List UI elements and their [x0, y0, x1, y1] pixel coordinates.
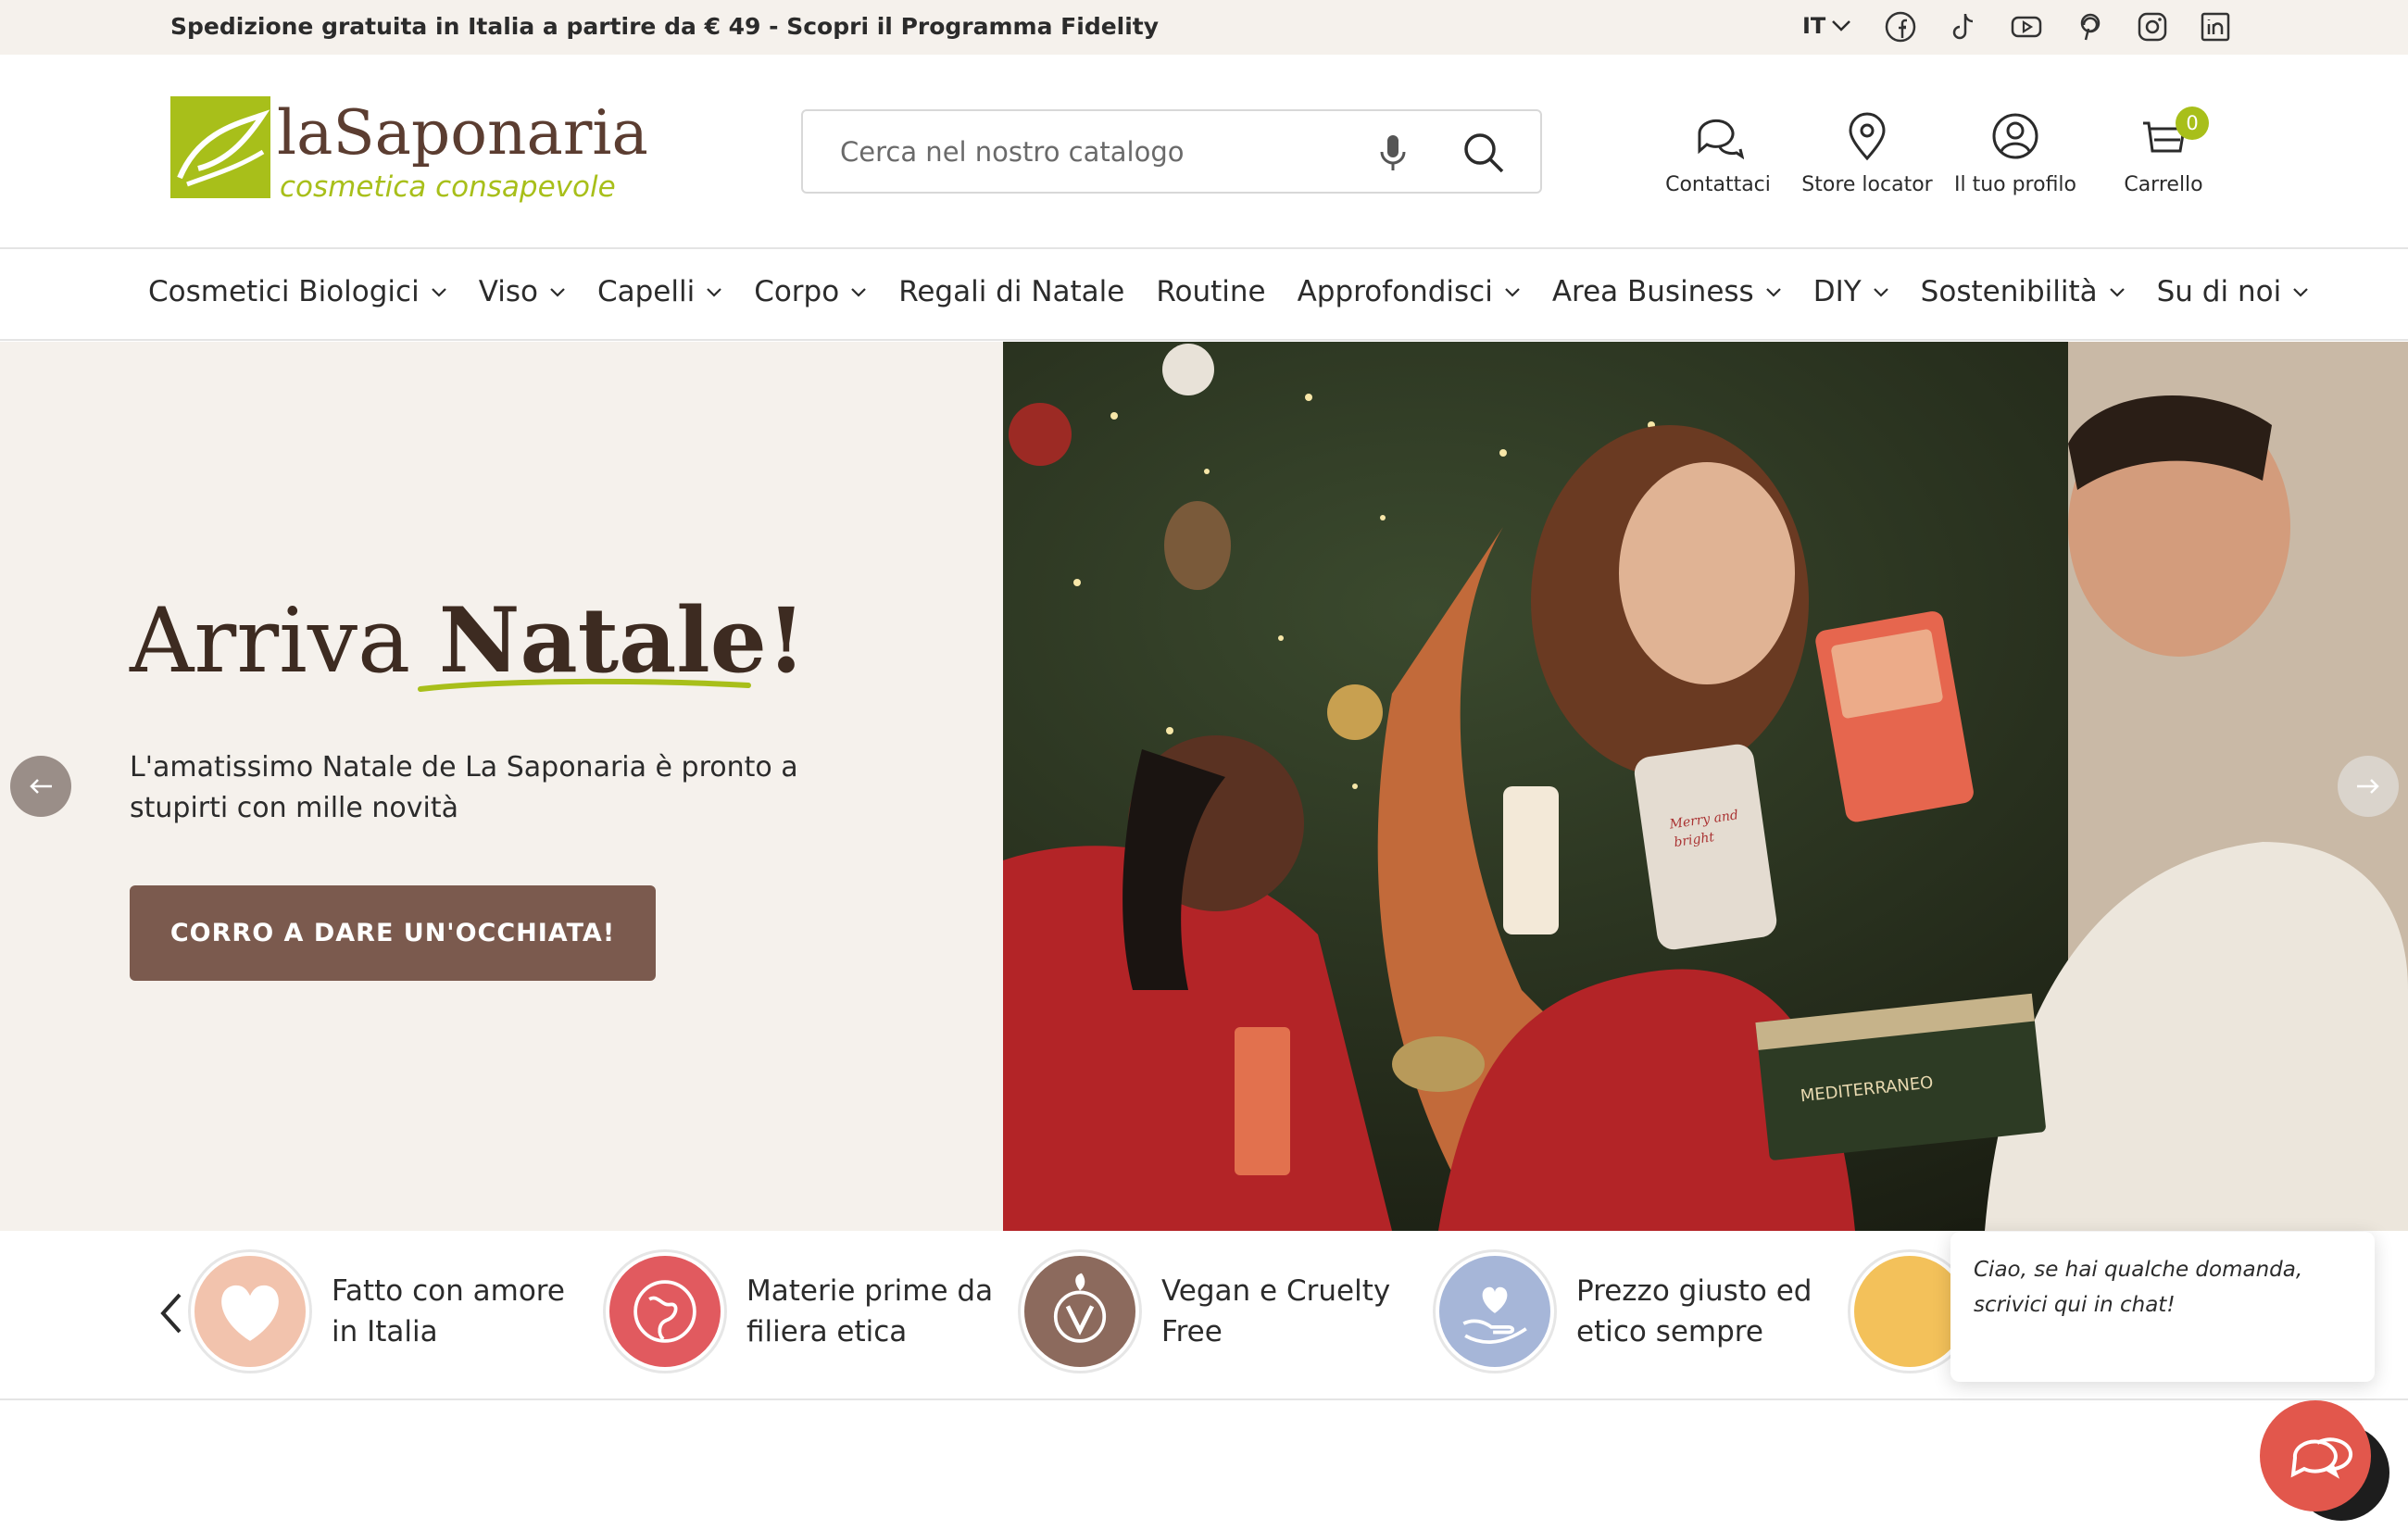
contact-link[interactable]: Contattaci — [1649, 110, 1787, 196]
site-logo[interactable]: laSaponaria cosmetica consapevole — [170, 96, 652, 207]
benefit-item: Vegan e Cruelty Free — [1021, 1252, 1411, 1371]
language-selector[interactable]: IT — [1802, 13, 1851, 39]
nav-item[interactable]: Routine — [1156, 275, 1265, 308]
chevron-down-icon — [851, 288, 866, 297]
nav-item[interactable]: DIY — [1813, 275, 1889, 308]
store-locator-link[interactable]: Store locator — [1798, 110, 1937, 196]
hero-next-button[interactable] — [2338, 756, 2399, 817]
nav-item-label: Routine — [1156, 275, 1266, 308]
chat-popup[interactable]: Ciao, se hai qualche domanda, scrivici q… — [1950, 1232, 2375, 1382]
pinterest-icon[interactable] — [2073, 10, 2106, 44]
hand-heart-icon — [1436, 1252, 1554, 1371]
linkedin-icon[interactable] — [2199, 10, 2232, 44]
hero-prev-button[interactable] — [10, 756, 71, 817]
store-locator-label: Store locator — [1801, 173, 1933, 196]
chevron-down-icon — [431, 288, 446, 297]
benefit-text: Materie prime da filiera etica — [746, 1274, 994, 1348]
benefit-item: Fatto con amore in Italia — [191, 1252, 582, 1371]
promo-text[interactable]: Spedizione gratuita in Italia a partire … — [170, 13, 1159, 40]
chat-open-button[interactable] — [2260, 1400, 2371, 1511]
main-navigation: Cosmetici Biologici Viso Capelli Corpo Regal… — [0, 249, 2408, 341]
hero-title-light: Arriva — [130, 589, 411, 693]
profile-label: Il tuo profilo — [1953, 173, 2077, 196]
cart-link[interactable]: 0 Carrello — [2094, 107, 2233, 196]
heart-icon — [191, 1252, 309, 1371]
nav-item[interactable]: Corpo — [754, 275, 867, 308]
benefit-text: Prezzo giusto ed etico sempre — [1576, 1274, 1812, 1348]
nav-item[interactable]: Viso — [479, 275, 566, 308]
vegan-icon — [1021, 1252, 1139, 1371]
language-label: IT — [1802, 13, 1826, 39]
nav-item-label: Cosmetici Biologici — [148, 275, 420, 308]
arrow-left-icon — [30, 779, 52, 794]
chat-message: Ciao, se hai qualche domanda, scrivici q… — [1974, 1258, 2303, 1317]
nav-item[interactable]: Regali di Natale — [898, 275, 1124, 308]
search-box — [801, 109, 1542, 194]
chevron-down-icon — [1765, 288, 1781, 297]
cart-label: Carrello — [2124, 173, 2203, 196]
chevron-left-icon[interactable] — [157, 1291, 183, 1336]
hero-subtitle: L'amatissimo Natale de La Saponaria è pr… — [130, 751, 798, 824]
nav-item[interactable]: Approfondisci — [1298, 275, 1521, 308]
nav-item-label: Regali di Natale — [898, 275, 1125, 308]
facebook-icon[interactable] — [1884, 10, 1917, 44]
contact-label: Contattaci — [1665, 173, 1771, 196]
logo-text: laSaponaria — [277, 97, 648, 169]
nav-item[interactable]: Area Business — [1552, 275, 1782, 308]
chevron-down-icon — [550, 288, 565, 297]
benefit-text: Fatto con amore in Italia — [332, 1274, 565, 1348]
nav-item-label: DIY — [1812, 275, 1862, 308]
chevron-down-icon — [2109, 288, 2125, 297]
nav-item-label: Capelli — [596, 275, 696, 308]
profile-link[interactable]: Il tuo profilo — [1946, 110, 2085, 196]
chevron-down-icon — [707, 288, 721, 297]
logo-tagline: cosmetica consapevole — [280, 170, 616, 204]
site-header: laSaponaria cosmetica consapevole Contat… — [0, 55, 2408, 249]
nav-item-label: Su di noi — [2156, 275, 2282, 308]
chat-icon — [1698, 119, 1744, 160]
nav-item[interactable]: Sostenibilità — [1921, 275, 2126, 308]
nav-list: Cosmetici Biologici Viso Capelli Corpo Regal… — [148, 275, 2340, 308]
nav-item-label: Corpo — [754, 275, 840, 308]
search-input[interactable] — [840, 128, 1359, 176]
benefit-item: Prezzo giusto ed etico sempre — [1436, 1252, 1826, 1371]
hero-image: Merry and bright MEDITERRANEO — [1003, 342, 2408, 1231]
instagram-icon[interactable] — [2136, 10, 2169, 44]
benefit-item: Materie prime da filiera etica — [606, 1252, 997, 1371]
location-pin-icon — [1849, 112, 1886, 161]
hero-photo-illustration: Merry and bright MEDITERRANEO — [1003, 342, 2408, 1231]
benefit-text: Vegan e Cruelty Free — [1161, 1274, 1391, 1348]
nav-item[interactable]: Capelli — [597, 275, 722, 308]
nav-item[interactable]: Cosmetici Biologici — [148, 275, 447, 308]
nav-item-label: Viso — [478, 275, 538, 308]
nav-item-label: Approfondisci — [1297, 275, 1493, 308]
cart-count-badge: 0 — [2176, 107, 2209, 140]
search-icon[interactable] — [1461, 130, 1507, 176]
hero-text-panel: Arriva Natale! L'amatissimo Natale de La… — [0, 342, 1003, 1231]
nav-item[interactable]: Su di noi — [2157, 275, 2310, 308]
chevron-down-icon — [1505, 288, 1520, 297]
youtube-icon[interactable] — [2010, 10, 2043, 44]
nav-item-label: Sostenibilità — [1920, 275, 2098, 308]
hero-cta-button[interactable]: CORRO A DARE UN'OCCHIATA! — [130, 885, 656, 981]
microphone-icon[interactable] — [1373, 132, 1413, 174]
chevron-down-icon — [1873, 288, 1888, 297]
top-bar: Spedizione gratuita in Italia a partire … — [0, 0, 2408, 55]
chevron-down-icon — [1832, 20, 1851, 31]
title-underline-decoration — [418, 678, 751, 692]
user-icon — [1992, 113, 2038, 159]
chat-icon — [2290, 1437, 2353, 1479]
tiktok-icon[interactable] — [1947, 10, 1980, 44]
globe-heart-icon — [606, 1252, 724, 1371]
nav-item-label: Area Business — [1551, 275, 1754, 308]
arrow-right-icon — [2357, 779, 2379, 794]
chevron-down-icon — [2293, 288, 2308, 297]
